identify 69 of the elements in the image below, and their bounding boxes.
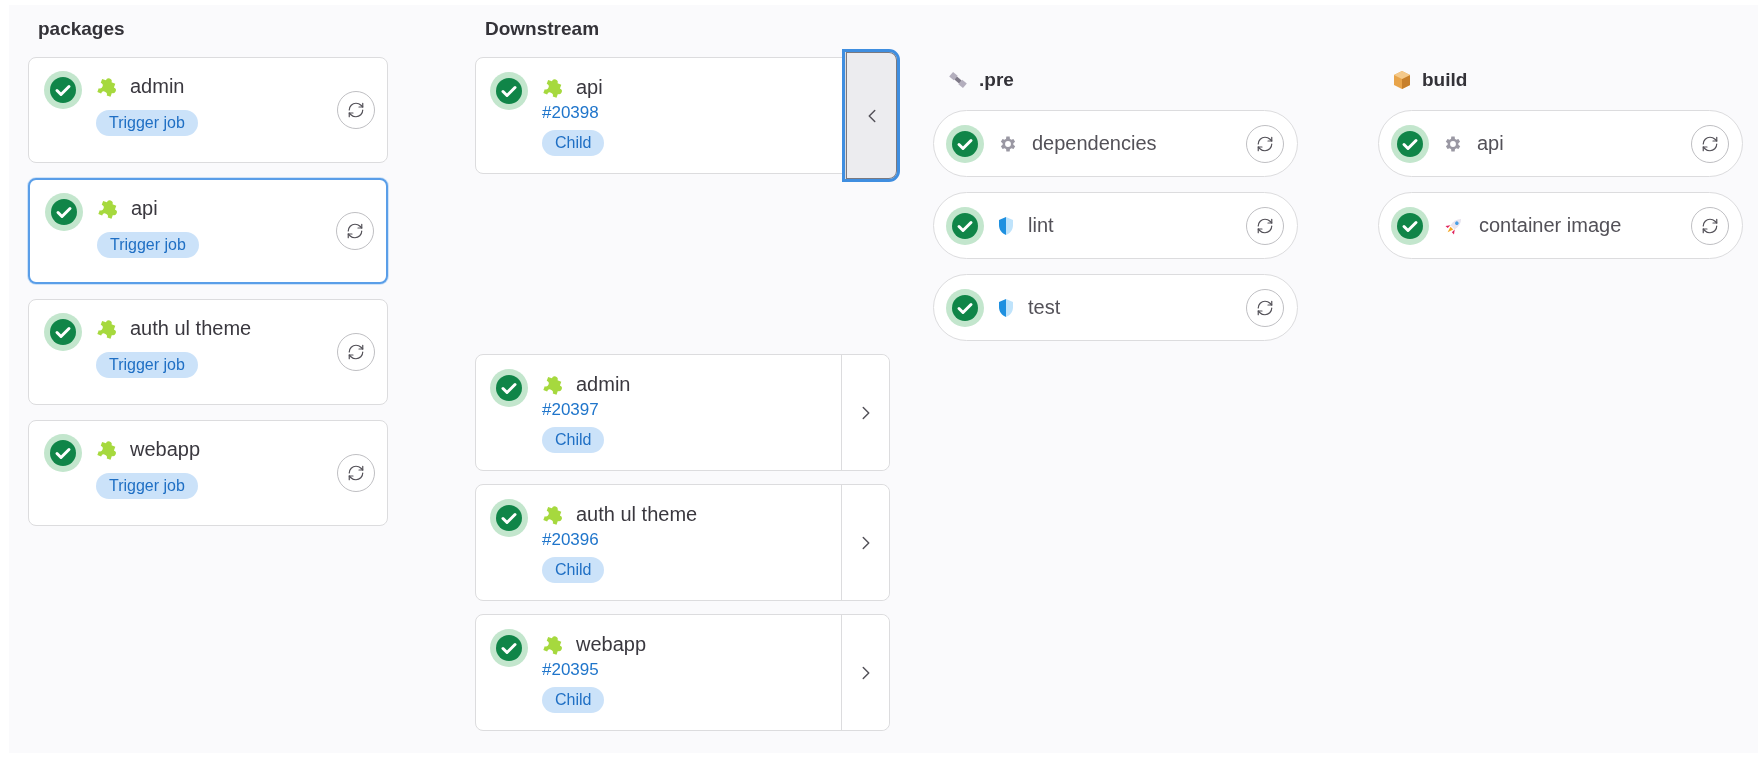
puzzle-icon bbox=[542, 373, 564, 395]
pipeline-name: webapp bbox=[576, 632, 647, 656]
job-pill[interactable]: container image bbox=[1378, 192, 1743, 259]
retry-icon bbox=[1256, 134, 1274, 153]
job-name: webapp bbox=[130, 437, 201, 461]
shield-icon bbox=[998, 215, 1014, 236]
trigger-job-badge: Trigger job bbox=[96, 110, 198, 136]
child-badge: Child bbox=[542, 687, 605, 713]
retry-icon bbox=[1256, 298, 1274, 317]
job-name: container image bbox=[1479, 214, 1623, 237]
job-name: test bbox=[1028, 296, 1062, 319]
trigger-job-card[interactable]: webapp Trigger job bbox=[28, 420, 388, 526]
job-name: dependencies bbox=[1032, 132, 1158, 155]
puzzle-icon bbox=[542, 503, 564, 525]
puzzle-icon bbox=[542, 76, 564, 98]
retry-icon bbox=[347, 101, 365, 119]
package-icon bbox=[1392, 70, 1412, 90]
pipeline-link[interactable]: #20396 bbox=[542, 529, 599, 551]
retry-button[interactable] bbox=[337, 333, 375, 371]
puzzle-icon bbox=[96, 438, 118, 460]
puzzle-icon bbox=[97, 197, 119, 219]
retry-button[interactable] bbox=[337, 454, 375, 492]
retry-button[interactable] bbox=[1691, 124, 1729, 163]
shield-icon bbox=[998, 297, 1014, 318]
retry-button[interactable] bbox=[1246, 288, 1284, 327]
retry-icon bbox=[1701, 134, 1719, 153]
retry-button[interactable] bbox=[336, 212, 374, 250]
puzzle-icon bbox=[96, 317, 118, 339]
child-badge: Child bbox=[542, 130, 605, 156]
retry-button[interactable] bbox=[1246, 124, 1284, 163]
retry-icon bbox=[346, 222, 364, 240]
puzzle-icon bbox=[96, 75, 118, 97]
retry-icon bbox=[1701, 216, 1719, 235]
retry-button[interactable] bbox=[337, 91, 375, 129]
child-badge: Child bbox=[542, 557, 605, 583]
job-pill[interactable]: dependencies bbox=[933, 110, 1298, 177]
trigger-job-card[interactable]: auth ul theme Trigger job bbox=[28, 299, 388, 405]
stage-name: build bbox=[1422, 69, 1468, 91]
pipeline-link[interactable]: #20397 bbox=[542, 399, 599, 421]
pipeline-name: admin bbox=[576, 372, 631, 396]
column-heading: Downstream bbox=[485, 17, 601, 41]
job-name: api bbox=[1477, 132, 1505, 155]
job-pill[interactable]: test bbox=[933, 274, 1298, 341]
trigger-job-badge: Trigger job bbox=[96, 352, 198, 378]
retry-icon bbox=[347, 343, 365, 361]
child-badge: Child bbox=[542, 427, 605, 453]
job-pill[interactable]: lint bbox=[933, 192, 1298, 259]
column-heading: packages bbox=[38, 17, 126, 41]
trigger-job-card[interactable]: admin Trigger job bbox=[28, 57, 388, 163]
pipeline-name: auth ul theme bbox=[576, 502, 698, 526]
trigger-job-badge: Trigger job bbox=[97, 232, 199, 258]
job-pill[interactable]: api bbox=[1378, 110, 1743, 177]
puzzle-icon bbox=[542, 633, 564, 655]
satellite-icon bbox=[947, 69, 969, 91]
retry-icon bbox=[1256, 216, 1274, 235]
retry-button[interactable] bbox=[1691, 206, 1729, 245]
pipeline-link[interactable]: #20395 bbox=[542, 659, 599, 681]
trigger-job-card[interactable]: api Trigger job bbox=[28, 178, 388, 284]
job-name: admin bbox=[130, 74, 185, 98]
pipeline-link[interactable]: #20398 bbox=[542, 102, 599, 124]
trigger-job-badge: Trigger job bbox=[96, 473, 198, 499]
job-name: api bbox=[131, 196, 158, 220]
job-name: lint bbox=[1028, 214, 1055, 237]
job-name: auth ul theme bbox=[130, 316, 252, 340]
retry-button[interactable] bbox=[1246, 206, 1284, 245]
pipeline-name: api bbox=[576, 75, 603, 99]
retry-icon bbox=[347, 464, 365, 482]
expand-button[interactable] bbox=[845, 52, 897, 179]
stage-name: .pre bbox=[979, 69, 1014, 91]
